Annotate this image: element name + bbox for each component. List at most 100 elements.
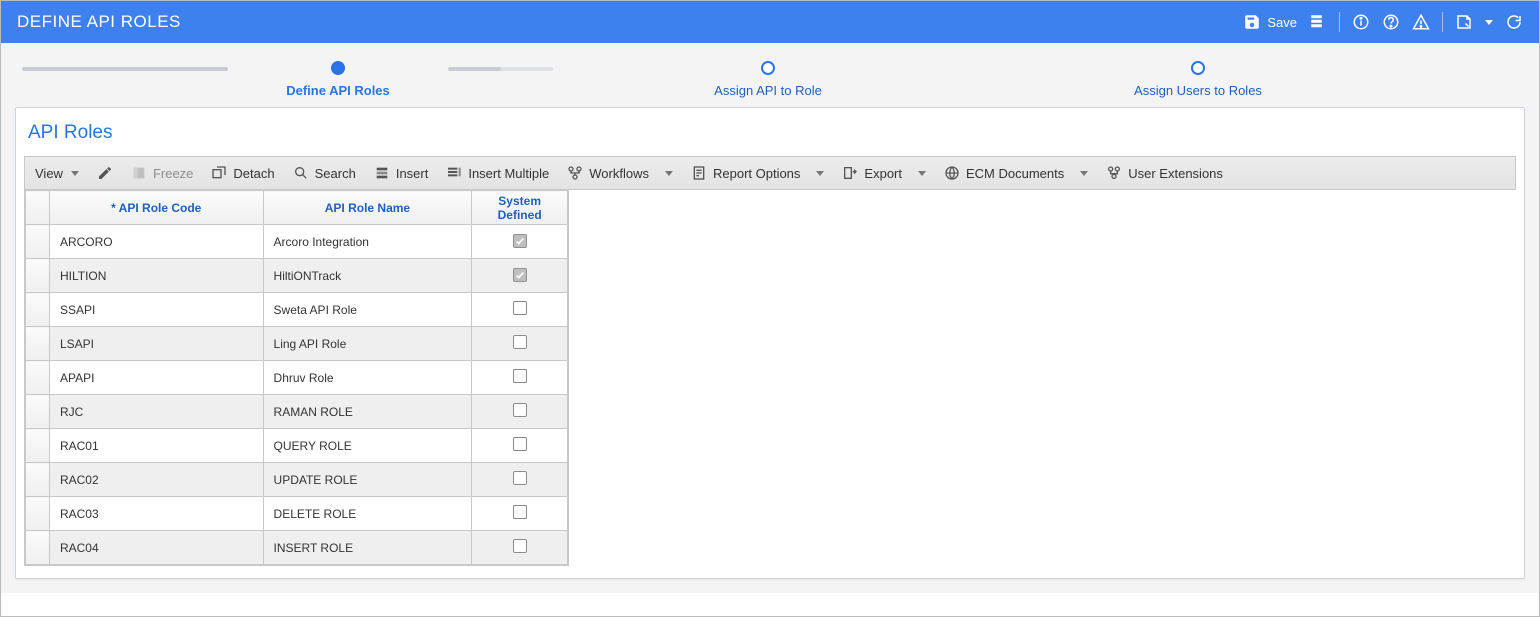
row-selector[interactable] bbox=[26, 361, 50, 395]
cell-system-defined[interactable] bbox=[472, 531, 568, 565]
table-row[interactable]: HILTIONHiltiONTrack bbox=[26, 259, 568, 293]
row-selector[interactable] bbox=[26, 429, 50, 463]
cell-api-role-code[interactable]: APAPI bbox=[49, 361, 263, 395]
cell-api-role-name[interactable]: RAMAN ROLE bbox=[263, 395, 472, 429]
table-row[interactable]: ARCOROArcoro Integration bbox=[26, 225, 568, 259]
freeze-button[interactable]: Freeze bbox=[131, 165, 193, 181]
save-button[interactable]: Save bbox=[1243, 13, 1297, 31]
insert-multiple-icon bbox=[446, 165, 462, 181]
workflows-menu[interactable]: Workflows bbox=[567, 165, 673, 181]
col-system-defined[interactable]: SystemDefined bbox=[472, 191, 568, 225]
help-icon[interactable] bbox=[1382, 13, 1400, 31]
notes-icon[interactable] bbox=[1455, 13, 1473, 31]
cell-system-defined[interactable] bbox=[472, 259, 568, 293]
insert-button[interactable]: Insert bbox=[374, 165, 429, 181]
cell-api-role-name[interactable]: HiltiONTrack bbox=[263, 259, 472, 293]
chevron-down-icon bbox=[1485, 20, 1493, 25]
report-options-menu[interactable]: Report Options bbox=[691, 165, 824, 181]
col-label: SystemDefined bbox=[482, 194, 557, 222]
chevron-down-icon bbox=[1080, 171, 1088, 176]
cell-api-role-name[interactable]: Arcoro Integration bbox=[263, 225, 472, 259]
view-label: View bbox=[35, 166, 63, 181]
freeze-label: Freeze bbox=[153, 166, 193, 181]
cell-api-role-code[interactable]: ARCORO bbox=[49, 225, 263, 259]
detach-button[interactable]: Detach bbox=[211, 165, 274, 181]
table-row[interactable]: APAPIDhruv Role bbox=[26, 361, 568, 395]
step-define-api-roles[interactable]: Define API Roles bbox=[228, 55, 448, 98]
cell-api-role-code[interactable]: RAC01 bbox=[49, 429, 263, 463]
row-selector[interactable] bbox=[26, 463, 50, 497]
cell-api-role-code[interactable]: RAC04 bbox=[49, 531, 263, 565]
step-dot-icon bbox=[761, 61, 775, 75]
refresh-icon[interactable] bbox=[1505, 13, 1523, 31]
checkbox-icon bbox=[513, 539, 527, 553]
cell-api-role-name[interactable]: Ling API Role bbox=[263, 327, 472, 361]
cell-system-defined[interactable] bbox=[472, 361, 568, 395]
table-row[interactable]: RAC04INSERT ROLE bbox=[26, 531, 568, 565]
cell-system-defined[interactable] bbox=[472, 293, 568, 327]
page-title: DEFINE API ROLES bbox=[17, 12, 181, 32]
separator bbox=[1339, 12, 1340, 32]
cell-api-role-code[interactable]: SSAPI bbox=[49, 293, 263, 327]
insert-multiple-button[interactable]: Insert Multiple bbox=[446, 165, 549, 181]
table-row[interactable]: LSAPILing API Role bbox=[26, 327, 568, 361]
cell-system-defined[interactable] bbox=[472, 429, 568, 463]
cell-api-role-code[interactable]: RJC bbox=[49, 395, 263, 429]
cell-api-role-code[interactable]: RAC03 bbox=[49, 497, 263, 531]
cell-system-defined[interactable] bbox=[472, 497, 568, 531]
row-selector[interactable] bbox=[26, 497, 50, 531]
step-assign-api-to-role[interactable]: Assign API to Role bbox=[658, 55, 878, 98]
table-row[interactable]: SSAPISweta API Role bbox=[26, 293, 568, 327]
row-selector[interactable] bbox=[26, 259, 50, 293]
chevron-down-icon bbox=[816, 171, 824, 176]
row-selector[interactable] bbox=[26, 327, 50, 361]
cell-api-role-name[interactable]: DELETE ROLE bbox=[263, 497, 472, 531]
export-menu[interactable]: Export bbox=[842, 165, 926, 181]
search-button[interactable]: Search bbox=[293, 165, 356, 181]
cell-api-role-code[interactable]: HILTION bbox=[49, 259, 263, 293]
row-selector[interactable] bbox=[26, 293, 50, 327]
step-app-registration[interactable]: App Registration bbox=[1518, 55, 1540, 98]
user-extensions-button[interactable]: User Extensions bbox=[1106, 165, 1223, 181]
actions-dropdown[interactable] bbox=[1485, 20, 1493, 25]
row-selector[interactable] bbox=[26, 225, 50, 259]
cell-system-defined[interactable] bbox=[472, 463, 568, 497]
checkbox-icon bbox=[513, 437, 527, 451]
cell-system-defined[interactable] bbox=[472, 327, 568, 361]
workflows-label: Workflows bbox=[589, 166, 649, 181]
warning-icon[interactable] bbox=[1412, 13, 1430, 31]
row-selector[interactable] bbox=[26, 531, 50, 565]
cell-api-role-code[interactable]: LSAPI bbox=[49, 327, 263, 361]
col-api-role-code[interactable]: * API Role Code bbox=[49, 191, 263, 225]
header-row: * API Role Code API Role Name SystemDefi… bbox=[26, 191, 568, 225]
user-extensions-label: User Extensions bbox=[1128, 166, 1223, 181]
cell-api-role-name[interactable]: QUERY ROLE bbox=[263, 429, 472, 463]
step-dot-icon bbox=[1191, 61, 1205, 75]
grid-toolbar: View Freeze Detach bbox=[24, 156, 1516, 190]
ecm-documents-menu[interactable]: ECM Documents bbox=[944, 165, 1088, 181]
cell-api-role-name[interactable]: UPDATE ROLE bbox=[263, 463, 472, 497]
view-menu[interactable]: View bbox=[35, 166, 79, 181]
table-row[interactable]: RAC03DELETE ROLE bbox=[26, 497, 568, 531]
user-extensions-icon bbox=[1106, 165, 1122, 181]
cell-system-defined[interactable] bbox=[472, 395, 568, 429]
table-row[interactable]: RAC02UPDATE ROLE bbox=[26, 463, 568, 497]
col-api-role-name[interactable]: API Role Name bbox=[263, 191, 472, 225]
step-api-program-security-bypass[interactable]: API Program Security Bypass bbox=[0, 55, 22, 98]
row-selector[interactable] bbox=[26, 395, 50, 429]
cell-api-role-code[interactable]: RAC02 bbox=[49, 463, 263, 497]
info-icon[interactable] bbox=[1352, 13, 1370, 31]
save-exit-icon[interactable] bbox=[1309, 13, 1327, 31]
table-row[interactable]: RAC01QUERY ROLE bbox=[26, 429, 568, 463]
step-label: App Registration bbox=[1518, 83, 1540, 98]
cell-system-defined[interactable] bbox=[472, 225, 568, 259]
step-assign-users-to-roles[interactable]: Assign Users to Roles bbox=[1088, 55, 1308, 98]
cell-api-role-name[interactable]: Sweta API Role bbox=[263, 293, 472, 327]
cell-api-role-name[interactable]: Dhruv Role bbox=[263, 361, 472, 395]
table-row[interactable]: RJCRAMAN ROLE bbox=[26, 395, 568, 429]
step-label: Assign Users to Roles bbox=[1088, 83, 1308, 98]
insert-multiple-label: Insert Multiple bbox=[468, 166, 549, 181]
cell-api-role-name[interactable]: INSERT ROLE bbox=[263, 531, 472, 565]
ecm-label: ECM Documents bbox=[966, 166, 1064, 181]
edit-tool-button[interactable] bbox=[97, 165, 113, 181]
